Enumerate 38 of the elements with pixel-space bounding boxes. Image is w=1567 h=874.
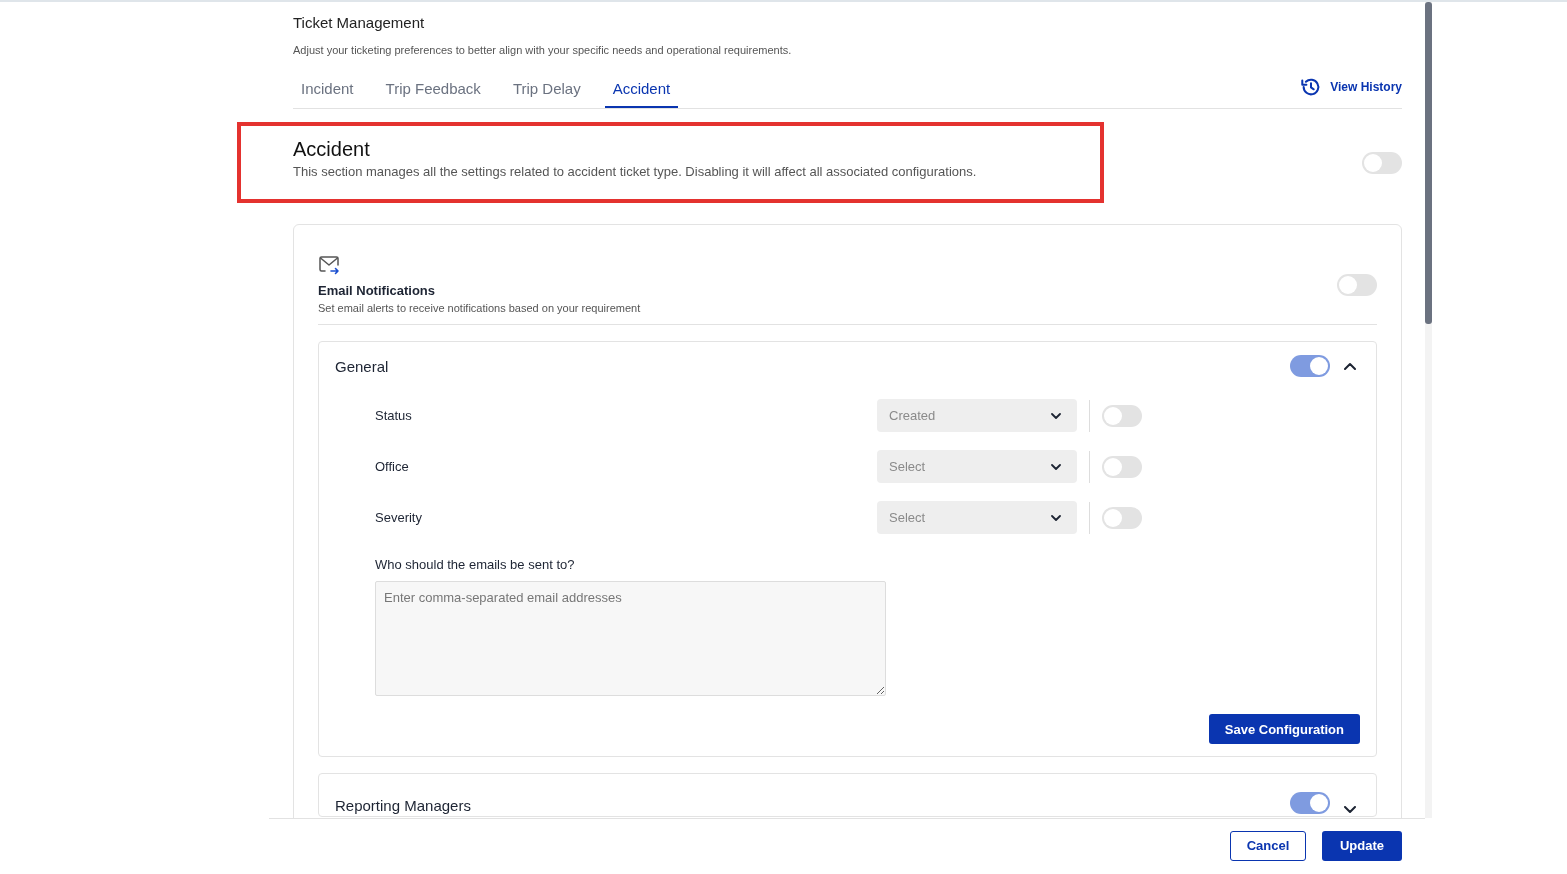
field-label: Severity [375, 510, 423, 525]
section-title: Accident [293, 138, 371, 161]
page-title: Ticket Management [293, 14, 426, 31]
select-dropdown[interactable]: Created [877, 399, 1077, 432]
page-subtitle: Adjust your ticketing preferences to better align with your specific needs and operational requirements. [293, 44, 793, 56]
chevron-down-icon [1051, 514, 1061, 521]
tab[interactable]: Accident [604, 74, 679, 108]
toggle-switch[interactable] [1362, 151, 1402, 174]
group-title: Reporting Managers [335, 797, 472, 814]
select-dropdown[interactable]: Select [877, 450, 1077, 483]
field-label: Status [375, 408, 413, 423]
mail-forward-icon [318, 255, 340, 275]
caret-down-icon[interactable] [1344, 806, 1356, 814]
email-addresses-field[interactable]: Enter comma-separated email addresses [375, 581, 886, 696]
toggle-switch[interactable] [1102, 506, 1142, 529]
tab[interactable]: Incident [293, 74, 362, 108]
tab[interactable]: Trip Feedback [377, 74, 489, 108]
section-description: This section manages all the settings related to accident ticket type. Disabling it will affect all associated configurations. [293, 164, 977, 179]
toggle-switch[interactable] [1290, 792, 1330, 814]
group-title: General [335, 357, 390, 375]
caret-up-icon[interactable] [1344, 362, 1356, 370]
email-notifications-title: Email Notifications [318, 283, 437, 298]
email-notifications-description: Set email alerts to receive notifications based on your requirement [318, 302, 641, 314]
toggle-switch[interactable] [1290, 355, 1330, 377]
save-configuration-button[interactable]: Save Configuration [1208, 714, 1360, 744]
field-label: Who should the emails be sent to? [375, 557, 576, 572]
tab[interactable]: Trip Delay [504, 74, 589, 108]
cancel-button[interactable]: Cancel [1230, 830, 1306, 861]
view-history-link[interactable]: View History [1300, 76, 1402, 108]
chevron-down-icon [1051, 412, 1061, 419]
toggle-switch[interactable] [1102, 404, 1142, 427]
field-label: Office [375, 459, 410, 474]
toggle-switch[interactable] [1337, 273, 1377, 296]
toggle-switch[interactable] [1102, 455, 1142, 478]
scrollbar-thumb[interactable] [1425, 2, 1432, 324]
update-button[interactable]: Update [1322, 830, 1402, 861]
select-dropdown[interactable]: Select [877, 501, 1077, 534]
chevron-down-icon [1051, 463, 1061, 470]
